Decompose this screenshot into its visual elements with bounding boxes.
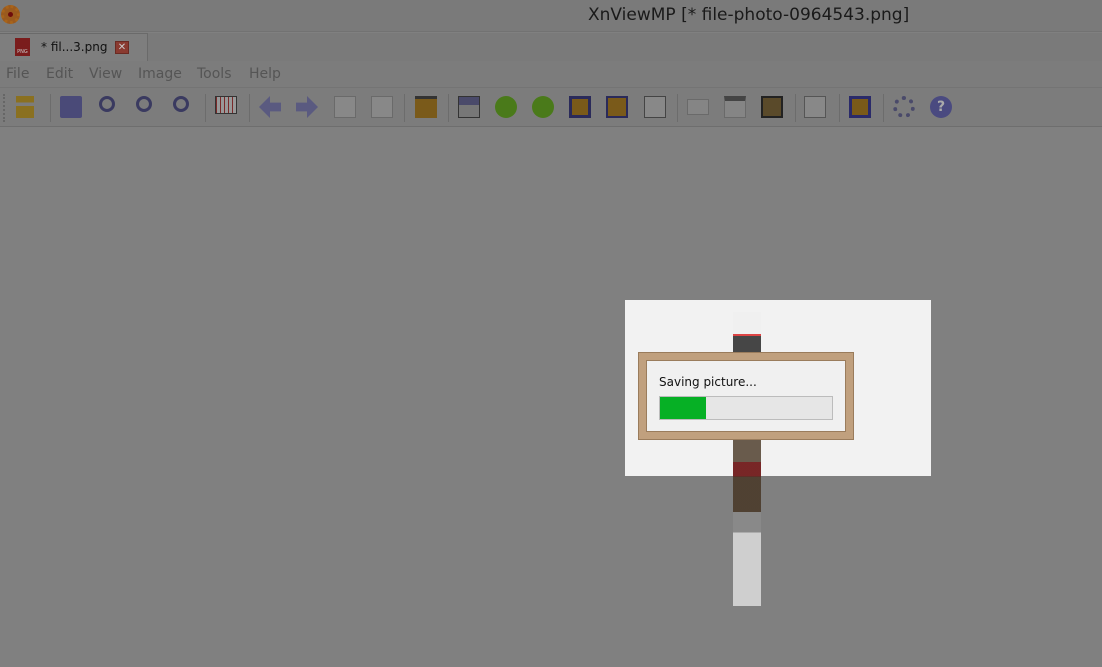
- png-file-icon: PNG: [15, 38, 30, 56]
- tab-bar: PNG * fil...3.png ✕: [0, 33, 1102, 61]
- zoom-in-icon[interactable]: [99, 96, 115, 112]
- tab-label: * fil...3.png: [41, 40, 108, 54]
- zoom-out-icon[interactable]: [173, 96, 189, 112]
- copy-icon[interactable]: [644, 96, 666, 118]
- next-icon[interactable]: [296, 96, 318, 118]
- resize-icon[interactable]: [606, 96, 628, 118]
- saving-message: Saving picture...: [659, 375, 757, 389]
- crop-icon[interactable]: [569, 96, 591, 118]
- save-icon[interactable]: [60, 96, 82, 118]
- toolbar-separator: [795, 94, 796, 122]
- toolbar-separator: [50, 94, 51, 122]
- toolbar-separator: [839, 94, 840, 122]
- toolbar: ?: [0, 87, 1102, 127]
- progress-bar: [659, 396, 833, 420]
- rotate-right-icon[interactable]: [532, 96, 554, 118]
- toolbar-separator: [677, 94, 678, 122]
- menu-edit[interactable]: Edit: [46, 66, 73, 82]
- window-title: XnViewMP [* file-photo-0964543.png]: [588, 5, 910, 25]
- fullscreen-preview-icon[interactable]: [761, 96, 783, 118]
- toolbar-grip[interactable]: [3, 94, 5, 122]
- rotate-left-icon[interactable]: [495, 96, 517, 118]
- adjust-icon[interactable]: [458, 96, 480, 118]
- multipage-icon[interactable]: [724, 96, 746, 118]
- image-thumbnail-header: [733, 312, 761, 336]
- toolbar-separator: [404, 94, 405, 122]
- menu-file[interactable]: File: [6, 66, 29, 82]
- toolbar-separator: [249, 94, 250, 122]
- menu-view[interactable]: View: [89, 66, 122, 82]
- first-page-icon[interactable]: [334, 96, 356, 118]
- toolbar-separator: [205, 94, 206, 122]
- progress-fill: [660, 397, 707, 419]
- menu-tools[interactable]: Tools: [197, 66, 232, 82]
- menu-help[interactable]: Help: [249, 66, 281, 82]
- previous-icon[interactable]: [259, 96, 281, 118]
- slideshow-icon[interactable]: [415, 96, 437, 118]
- grid-icon[interactable]: [215, 96, 237, 114]
- info-icon[interactable]: [804, 96, 826, 118]
- settings-icon[interactable]: [893, 96, 915, 118]
- title-bar: XnViewMP [* file-photo-0964543.png]: [0, 0, 1102, 32]
- saving-dialog: Saving picture...: [638, 352, 854, 440]
- menu-bar: File Edit View Image Tools Help: [0, 61, 1102, 87]
- zoom-1-1-icon[interactable]: [136, 96, 152, 112]
- close-icon[interactable]: ✕: [115, 41, 129, 54]
- menu-image[interactable]: Image: [138, 66, 182, 82]
- tab-file[interactable]: PNG * fil...3.png ✕: [0, 33, 148, 61]
- filmstrip-icon[interactable]: [687, 99, 709, 115]
- help-icon[interactable]: ?: [930, 96, 952, 118]
- xnview-logo-icon[interactable]: [1, 5, 20, 24]
- toolbar-separator: [448, 94, 449, 122]
- toolbar-separator: [883, 94, 884, 122]
- browser-icon[interactable]: [16, 96, 34, 118]
- fit-window-icon[interactable]: [849, 96, 871, 118]
- last-page-icon[interactable]: [371, 96, 393, 118]
